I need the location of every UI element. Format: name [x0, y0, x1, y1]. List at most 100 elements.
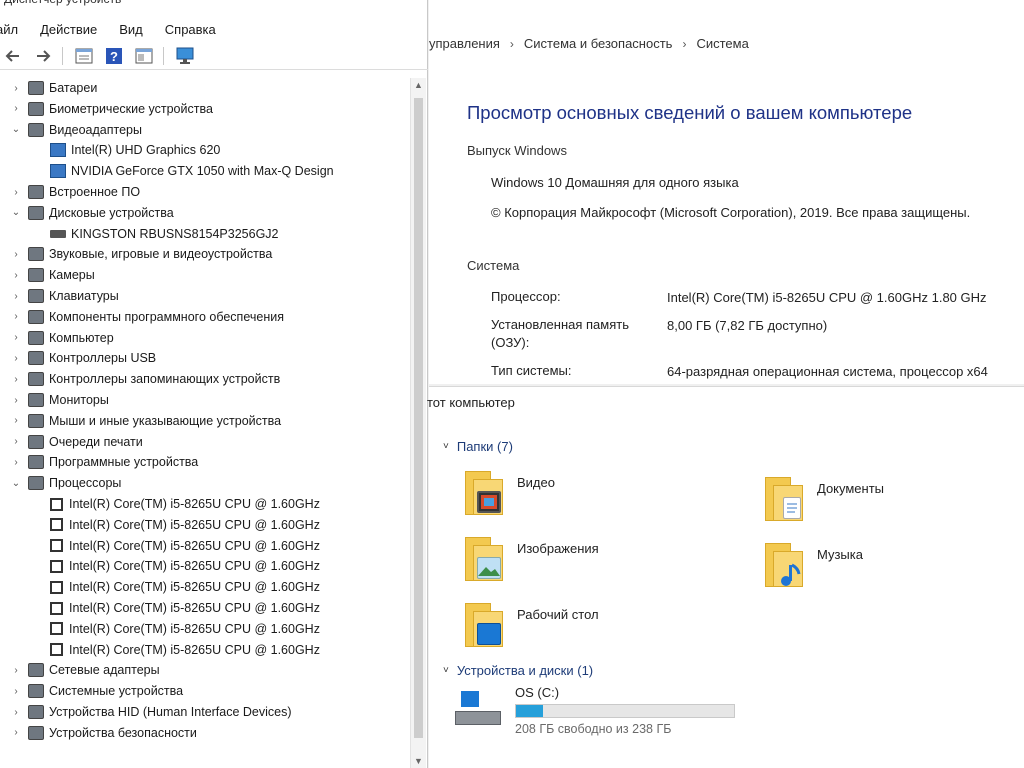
devices-group-header[interactable]: ˅ Устройства и диски (1) [443, 663, 593, 678]
device-tree[interactable]: › Батареи › Биометрические устройства ⌄ Видео… [0, 78, 410, 768]
chevron-down-icon[interactable]: ⌄ [10, 124, 22, 135]
tree-category[interactable]: ⌄ Дисковые устройства [10, 203, 174, 223]
menu-action[interactable]: Действие [38, 22, 99, 37]
folder-label: Видео [517, 475, 555, 490]
tree-category[interactable]: › Контроллеры запоминающих устройств [10, 369, 280, 389]
monitor-icon[interactable] [174, 46, 196, 66]
properties-icon[interactable] [73, 46, 95, 66]
tree-category[interactable]: › Компоненты программного обеспечения [10, 307, 284, 327]
tree-item-label: Камеры [49, 268, 95, 283]
menu-view[interactable]: Вид [117, 22, 145, 37]
tree-device[interactable]: Intel(R) Core(TM) i5-8265U CPU @ 1.60GHz [50, 640, 320, 660]
tree-category[interactable]: › Программные устройства [10, 452, 198, 472]
chevron-right-icon[interactable]: › [10, 436, 22, 447]
tree-device[interactable]: Intel(R) UHD Graphics 620 [50, 140, 220, 160]
tree-category[interactable]: › Контроллеры USB [10, 348, 156, 368]
folder-pictures[interactable]: Изображения [465, 533, 599, 583]
menu-file[interactable]: айл [0, 22, 20, 37]
back-arrow-icon[interactable] [2, 46, 24, 66]
firmware-icon [28, 185, 44, 199]
tree-device[interactable]: Intel(R) Core(TM) i5-8265U CPU @ 1.60GHz [50, 536, 320, 556]
chevron-right-icon[interactable]: › [10, 374, 22, 385]
tree-item-label: Intel(R) Core(TM) i5-8265U CPU @ 1.60GHz [69, 559, 320, 574]
breadcrumb-item-security[interactable]: Система и безопасность [524, 36, 673, 51]
tree-category[interactable]: › Мыши и иные указывающие устройства [10, 411, 281, 431]
folders-group-label: Папки (7) [456, 439, 513, 454]
forward-arrow-icon[interactable] [32, 46, 54, 66]
chevron-down-icon[interactable]: ⌄ [10, 207, 22, 218]
drive-c[interactable]: OS (C:) 208 ГБ свободно из 238 ГБ [455, 685, 735, 736]
tree-category[interactable]: › Компьютер [10, 328, 114, 348]
breadcrumb-item-control-panel[interactable]: управления [429, 36, 500, 51]
tree-item-label: Системные устройства [49, 684, 184, 699]
tree-category[interactable]: › Встроенное ПО [10, 182, 140, 202]
tree-device[interactable]: Intel(R) Core(TM) i5-8265U CPU @ 1.60GHz [50, 556, 320, 576]
toolbar-separator [163, 46, 164, 65]
tree-category[interactable]: ⌄ Видеоадаптеры [10, 120, 142, 140]
cpu-icon [50, 622, 63, 636]
drive-name: OS (C:) [515, 685, 560, 700]
chevron-right-icon[interactable]: › [10, 395, 22, 406]
breadcrumb-item-system[interactable]: Система [696, 36, 748, 51]
processor-label: Процессор: [491, 289, 561, 304]
tree-category[interactable]: ⌄ Процессоры [10, 473, 121, 493]
scroll-up-icon[interactable]: ▲ [414, 80, 423, 90]
tree-category[interactable]: › Устройства HID (Human Interface Devices… [10, 702, 292, 722]
chevron-right-icon[interactable]: › [10, 332, 22, 343]
tree-item-label: Компоненты программного обеспечения [49, 309, 284, 324]
menu-help[interactable]: Справка [163, 22, 218, 37]
tree-item-label: Дисковые устройства [49, 205, 174, 220]
tree-category[interactable]: › Очереди печати [10, 432, 143, 452]
tree-category[interactable]: › Системные устройства [10, 681, 183, 701]
chevron-right-icon[interactable]: › [10, 311, 22, 322]
tree-item-label: Клавиатуры [49, 289, 119, 303]
chevron-down-icon[interactable]: ⌄ [10, 478, 22, 489]
chevron-right-icon[interactable]: › [10, 415, 22, 426]
tree-category[interactable]: › Камеры [10, 265, 95, 285]
chevron-right-icon[interactable]: › [10, 291, 22, 302]
tree-category[interactable]: › Биометрические устройства [10, 99, 213, 119]
tree-category[interactable]: › Батареи [10, 78, 97, 98]
tree-item-label: Биометрические устройства [49, 101, 213, 116]
chevron-right-icon[interactable]: › [10, 83, 22, 94]
chevron-right-icon[interactable]: › [10, 353, 22, 364]
chevron-right-icon[interactable]: › [10, 187, 22, 198]
console-icon[interactable] [133, 46, 155, 66]
tree-category[interactable]: › Сетевые адаптеры [10, 660, 160, 680]
help-icon[interactable]: ? [103, 46, 125, 66]
tree-device[interactable]: KINGSTON RBUSNS8154P3256GJ2 [50, 224, 279, 244]
chevron-right-icon[interactable]: › [10, 727, 22, 738]
folder-desktop[interactable]: Рабочий стол [465, 599, 599, 649]
chevron-right-icon[interactable]: › [10, 665, 22, 676]
tree-category[interactable]: › Устройства безопасности [10, 723, 197, 743]
chevron-down-icon[interactable]: ˅ [443, 665, 449, 676]
chevron-right-icon[interactable]: › [10, 707, 22, 718]
tree-device[interactable]: Intel(R) Core(TM) i5-8265U CPU @ 1.60GHz [50, 515, 320, 535]
tree-item-label: Батареи [49, 81, 98, 95]
chevron-right-icon[interactable]: › [10, 270, 22, 281]
tree-device[interactable]: Intel(R) Core(TM) i5-8265U CPU @ 1.60GHz [50, 577, 320, 597]
folder-videos[interactable]: Видео [465, 467, 555, 517]
folder-music[interactable]: Музыка [765, 539, 863, 589]
chevron-down-icon[interactable]: ˅ [443, 441, 449, 452]
tree-device[interactable]: NVIDIA GeForce GTX 1050 with Max-Q Desig… [50, 161, 334, 181]
scrollbar-thumb[interactable] [414, 98, 423, 738]
chevron-right-icon[interactable]: › [10, 249, 22, 260]
folder-documents[interactable]: Документы [765, 473, 884, 523]
window-title: тот компьютер [427, 395, 515, 410]
chevron-right-icon[interactable]: › [10, 686, 22, 697]
page-title: Просмотр основных сведений о вашем компь… [467, 102, 913, 123]
device-tree-scrollbar[interactable]: ▲ ▼ [410, 78, 426, 768]
tree-item-label: Устройства HID (Human Interface Devices) [49, 705, 292, 719]
tree-category[interactable]: › Мониторы [10, 390, 109, 410]
tree-category[interactable]: › Клавиатуры [10, 286, 119, 306]
scroll-down-icon[interactable]: ▼ [414, 756, 423, 766]
folders-group-header[interactable]: ˅ Папки (7) [443, 439, 513, 454]
chevron-right-icon[interactable]: › [10, 103, 22, 114]
tree-device[interactable]: Intel(R) Core(TM) i5-8265U CPU @ 1.60GHz [50, 494, 320, 514]
chevron-right-icon[interactable]: › [10, 457, 22, 468]
tree-device[interactable]: Intel(R) Core(TM) i5-8265U CPU @ 1.60GHz [50, 598, 320, 618]
tree-category[interactable]: › Звуковые, игровые и видеоустройства [10, 244, 272, 264]
tree-device[interactable]: Intel(R) Core(TM) i5-8265U CPU @ 1.60GHz [50, 619, 320, 639]
this-pc-window: тот компьютер ˅ Папки (7) Видео Документ… [427, 386, 1024, 768]
